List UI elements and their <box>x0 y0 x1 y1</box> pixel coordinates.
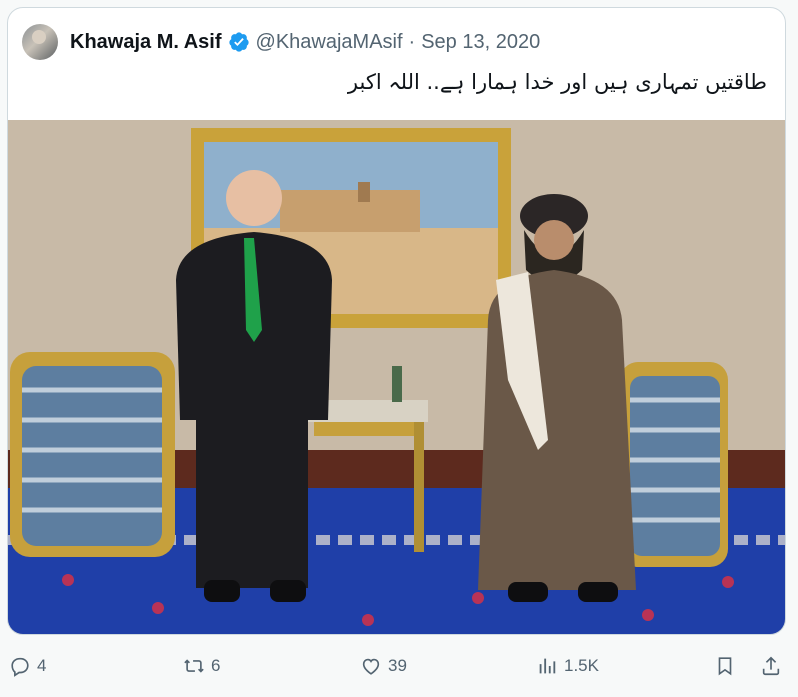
retweet-count: 6 <box>211 656 221 675</box>
retweet-icon <box>184 659 204 673</box>
heart-icon <box>362 658 380 675</box>
header-separator: · <box>408 30 416 53</box>
share-icon <box>762 656 780 676</box>
author-avatar[interactable] <box>22 24 58 60</box>
reply-button[interactable]: 4 <box>9 655 46 677</box>
bookmark-icon <box>718 657 732 676</box>
bookmark-button[interactable] <box>714 655 736 677</box>
tweet-date[interactable]: Sep 13, 2020 <box>421 31 540 54</box>
verified-badge-icon <box>228 31 250 53</box>
tweet-header: Khawaja M. Asif @KhawajaMAsif · Sep 13, … <box>22 24 540 60</box>
author-handle[interactable]: @KhawajaMAsif <box>256 31 403 54</box>
tweet-text: طاقتیں تمہاری ہیں اور خدا ہمارا ہے.. الل… <box>347 70 767 94</box>
views-count: 1.5K <box>564 656 599 675</box>
views-button[interactable]: 1.5K <box>536 655 599 677</box>
views-icon <box>539 658 556 674</box>
tweet-action-bar: 4 6 39 1.5K <box>0 645 798 695</box>
reply-icon <box>11 657 29 677</box>
photo-scene <box>8 120 785 634</box>
reply-count: 4 <box>37 656 47 675</box>
like-count: 39 <box>388 656 407 675</box>
share-button[interactable] <box>760 655 782 677</box>
quoted-tweet-card[interactable]: Khawaja M. Asif @KhawajaMAsif · Sep 13, … <box>7 7 786 635</box>
retweet-button[interactable]: 6 <box>183 655 220 677</box>
tweet-photo[interactable] <box>8 120 785 634</box>
like-button[interactable]: 39 <box>360 655 407 677</box>
author-name[interactable]: Khawaja M. Asif <box>70 31 222 54</box>
